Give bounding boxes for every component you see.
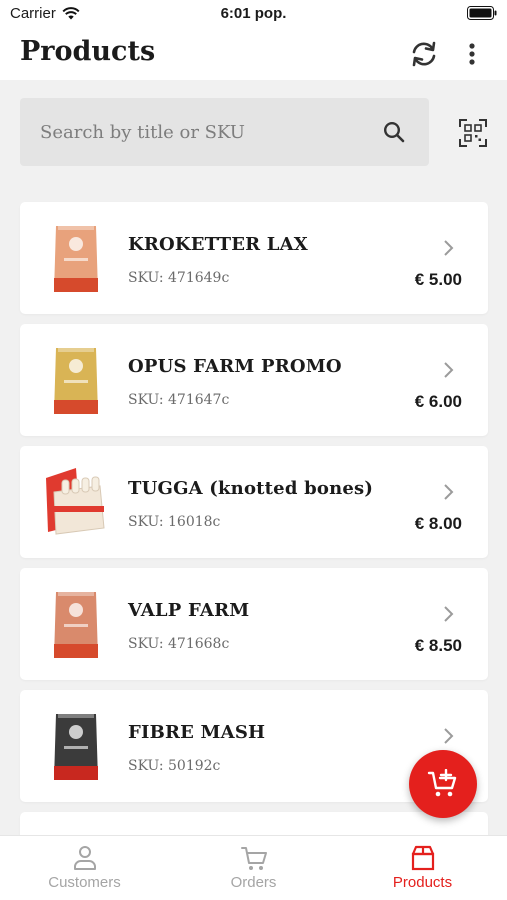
more-options-icon[interactable] [462,38,482,70]
status-time: 6:01 pop. [220,5,287,22]
search-icon[interactable] [383,121,405,143]
tab-customers[interactable]: Customers [0,836,169,900]
chevron-right-icon [444,728,454,744]
chevron-right-icon [444,240,454,256]
product-thumbnail [46,468,105,535]
product-thumbnail [54,226,98,292]
cart-icon [240,847,267,870]
tab-products[interactable]: Products [338,836,507,900]
search-input[interactable] [40,98,380,166]
product-name: OPUS FARM PROMO [128,356,342,377]
tab-orders-label: Orders [230,874,277,891]
product-name: VALP FARM [128,600,250,621]
product-price: € 8.50 [414,636,462,655]
product-thumbnail [54,348,98,414]
chevron-right-icon [444,606,454,622]
product-price: € 8.00 [414,514,462,533]
product-thumbnail [54,714,98,780]
add-to-cart-button[interactable] [409,750,477,818]
app-header: Products [0,28,507,80]
product-card[interactable]: TUGGA (knotted bones) SKU: 16018c € 8.00 [20,446,488,558]
product-list: KROKETTER LAX SKU: 471649c € 5.00 OPUS F… [20,202,488,852]
product-card[interactable]: OPUS FARM PROMO SKU: 471647c € 6.00 [20,324,488,436]
product-name: FIBRE MASH [128,722,266,743]
refresh-icon[interactable] [408,38,440,70]
product-sku: SKU: 50192c [128,758,221,774]
search-box [20,98,429,166]
tab-products-label: Products [392,874,453,891]
box-icon [411,845,434,871]
product-sku: SKU: 471668c [128,636,230,652]
cart-plus-icon [427,769,457,797]
chevron-right-icon [444,484,454,500]
product-sku: SKU: 16018c [128,514,221,530]
product-card[interactable]: VALP FARM SKU: 471668c € 8.50 [20,568,488,680]
product-name: KROKETTER LAX [128,234,308,255]
battery-icon [467,6,497,20]
search-row [20,98,488,168]
chevron-right-icon [444,362,454,378]
product-thumbnail [54,592,98,658]
status-bar: Carrier 6:01 pop. [0,0,507,28]
page-title: Products [20,36,156,67]
product-price: € 5.00 [414,270,462,289]
qr-scan-icon[interactable] [458,118,488,148]
product-sku: SKU: 471649c [128,270,230,286]
tab-customers-label: Customers [48,874,121,891]
person-icon [73,846,96,870]
product-card[interactable]: KROKETTER LAX SKU: 471649c € 5.00 [20,202,488,314]
product-sku: SKU: 471647c [128,392,230,408]
tab-orders[interactable]: Orders [169,836,338,900]
product-name: TUGGA (knotted bones) [128,478,374,499]
tab-bar: Customers Orders Products [0,835,507,900]
product-price: € 6.00 [414,392,462,411]
